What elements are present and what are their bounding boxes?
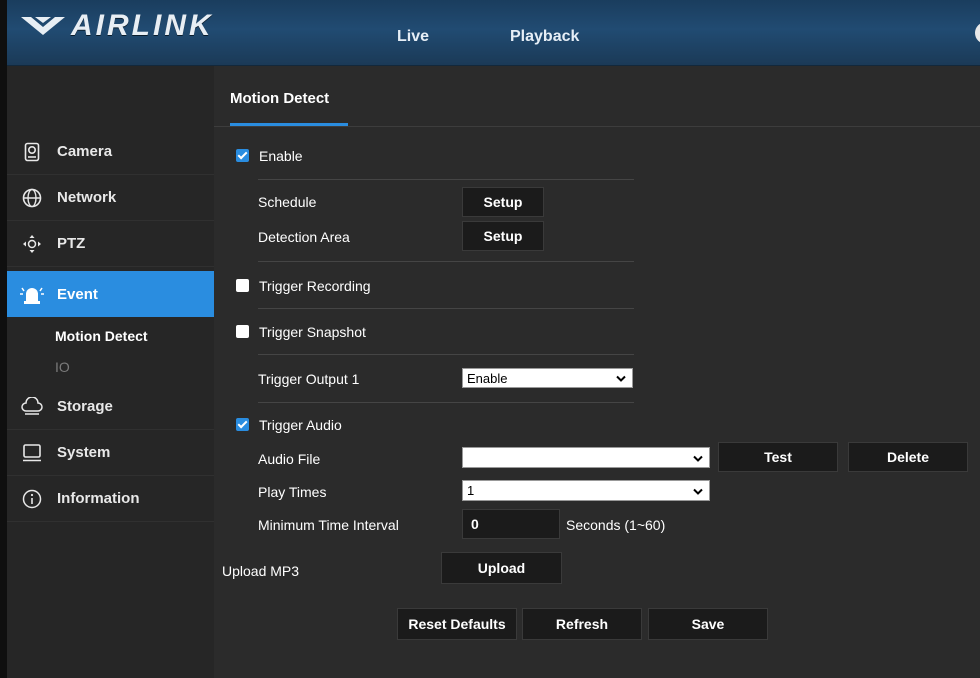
enable-checkbox[interactable] [236, 149, 249, 162]
play-times-select[interactable]: 1 [462, 480, 710, 501]
network-globe-icon [19, 187, 45, 209]
ptz-arrows-icon [19, 233, 45, 255]
sidebar: Camera Network PTZ Event Motion Detect I… [7, 66, 226, 678]
sidebar-item-information[interactable]: Information [7, 476, 214, 522]
schedule-label: Schedule [258, 194, 317, 210]
detection-area-label: Detection Area [258, 229, 350, 245]
chevron-down-icon [616, 371, 626, 386]
tab-motion-detect[interactable]: Motion Detect [230, 90, 329, 107]
chevron-down-icon [693, 450, 703, 465]
trigger-audio-checkbox[interactable] [236, 418, 249, 431]
storage-cloud-icon [19, 396, 45, 418]
divider [258, 179, 634, 180]
schedule-setup-button[interactable]: Setup [462, 187, 544, 217]
upload-button[interactable]: Upload [441, 552, 562, 584]
sidebar-item-label: Storage [57, 398, 113, 415]
sidebar-item-label: PTZ [57, 235, 86, 252]
chevron-down-icon [693, 483, 703, 498]
audio-file-select[interactable] [462, 447, 710, 468]
tab-divider [214, 126, 980, 127]
logo-text: AIRLINK [71, 9, 214, 42]
user-avatar-icon[interactable] [975, 22, 980, 44]
divider [258, 402, 634, 403]
sidebar-item-storage[interactable]: Storage [7, 384, 214, 430]
min-interval-input[interactable]: 0 [462, 509, 560, 539]
trigger-output-select[interactable]: Enable [462, 368, 633, 388]
alarm-siren-icon [19, 283, 45, 305]
sidebar-sub-io[interactable]: IO [55, 359, 70, 375]
reset-defaults-button[interactable]: Reset Defaults [397, 608, 517, 640]
play-times-value: 1 [467, 483, 475, 498]
trigger-output-label: Trigger Output 1 [258, 371, 360, 387]
info-icon [19, 488, 45, 510]
top-header: AIRLINK Live Playback [7, 0, 980, 66]
refresh-button[interactable]: Refresh [522, 608, 642, 640]
sidebar-item-ptz[interactable]: PTZ [7, 221, 214, 267]
nav-playback[interactable]: Playback [510, 28, 579, 46]
sidebar-item-network[interactable]: Network [7, 175, 214, 221]
upload-mp3-label: Upload MP3 [222, 563, 300, 579]
trigger-audio-label: Trigger Audio [259, 417, 342, 433]
camera-icon [19, 141, 45, 163]
sidebar-item-label: Event [57, 285, 98, 303]
min-interval-unit: Seconds (1~60) [566, 517, 666, 533]
monitor-icon [19, 442, 45, 464]
main-content: Motion Detect Enable Schedule Setup Dete… [214, 66, 980, 678]
save-button[interactable]: Save [648, 608, 768, 640]
divider [258, 308, 634, 309]
trigger-recording-checkbox[interactable] [236, 279, 249, 292]
sidebar-item-label: System [57, 444, 111, 461]
sidebar-sub-motion-detect[interactable]: Motion Detect [55, 328, 148, 344]
trigger-output-value: Enable [467, 370, 508, 386]
enable-label: Enable [259, 148, 303, 164]
sidebar-item-system[interactable]: System [7, 430, 214, 476]
trigger-snapshot-checkbox[interactable] [236, 325, 249, 338]
play-times-label: Play Times [258, 484, 327, 500]
airlink-logo-icon [21, 17, 65, 35]
divider [258, 261, 634, 262]
audio-delete-button[interactable]: Delete [848, 442, 968, 472]
sidebar-item-label: Information [57, 490, 140, 507]
divider [258, 354, 634, 355]
window-edge [0, 0, 7, 678]
audio-test-button[interactable]: Test [718, 442, 838, 472]
airlink-logo: AIRLINK [19, 9, 214, 42]
sidebar-item-camera[interactable]: Camera [7, 129, 214, 175]
sidebar-item-label: Network [57, 189, 117, 206]
sidebar-item-label: Camera [57, 143, 113, 160]
trigger-snapshot-label: Trigger Snapshot [259, 324, 366, 340]
detection-area-setup-button[interactable]: Setup [462, 221, 544, 251]
nav-live[interactable]: Live [397, 28, 429, 46]
sidebar-item-event[interactable]: Event [7, 271, 226, 317]
trigger-recording-label: Trigger Recording [259, 278, 371, 294]
min-interval-label: Minimum Time Interval [258, 517, 399, 533]
audio-file-label: Audio File [258, 451, 321, 467]
